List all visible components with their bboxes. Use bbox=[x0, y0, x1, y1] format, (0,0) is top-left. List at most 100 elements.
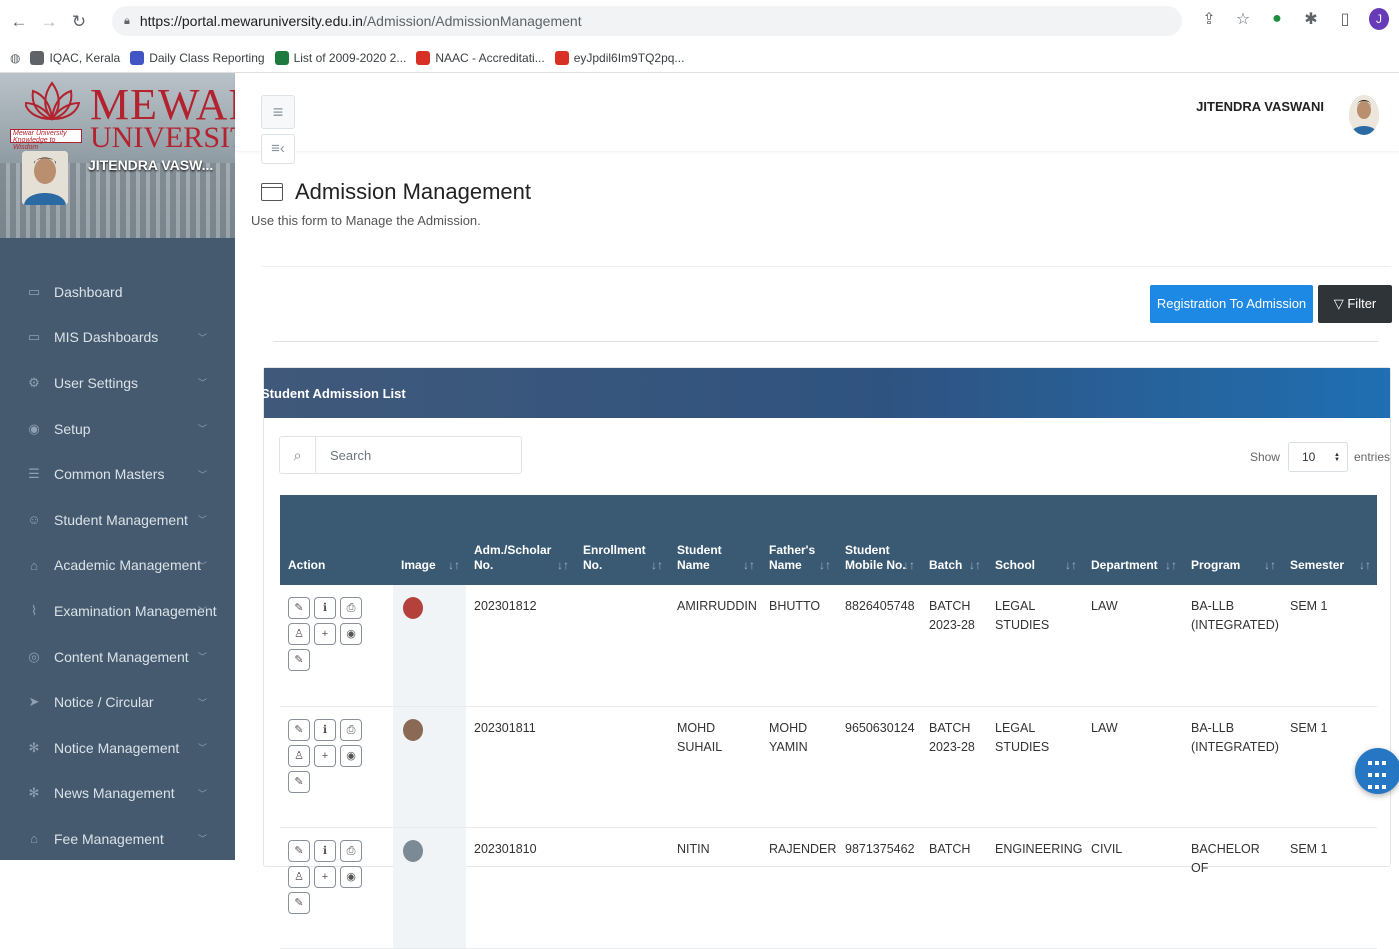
bookmark-label: NAAC - Accreditati... bbox=[435, 50, 545, 65]
edit-icon[interactable]: ✎ bbox=[288, 649, 310, 671]
sidebar-item-notice-circular[interactable]: ➤ Notice / Circular ﹀ bbox=[0, 679, 235, 725]
sidebar-item-academic-management[interactable]: ⌂ Academic Management ﹀ bbox=[0, 543, 235, 589]
sort-icon[interactable]: ↓↑ bbox=[1065, 558, 1077, 573]
entries-select[interactable]: 10 bbox=[1287, 442, 1348, 472]
extension-icon[interactable]: ● bbox=[1267, 10, 1287, 28]
column-header[interactable]: Student Name ↓↑ bbox=[669, 495, 761, 585]
forward-arrow-icon[interactable]: → bbox=[38, 12, 60, 32]
user-icon[interactable]: ♙ bbox=[288, 865, 310, 888]
sidebar-item-notice-management[interactable]: ✻ Notice Management ﹀ bbox=[0, 725, 235, 771]
column-header[interactable]: School ↓↑ bbox=[987, 495, 1083, 585]
sidepanel-icon[interactable]: ▯ bbox=[1335, 9, 1355, 29]
print-icon[interactable]: ⎙ bbox=[340, 839, 362, 862]
sidebar-item-fee-management[interactable]: ⌂ Fee Management ﹀ bbox=[0, 816, 235, 862]
sort-icon[interactable]: ↓↑ bbox=[743, 558, 755, 573]
sidebar-item-common-masters[interactable]: ☰ Common Masters ﹀ bbox=[0, 451, 235, 497]
edit-icon[interactable]: ✎ bbox=[288, 770, 310, 793]
sidebar-item-dashboard[interactable]: ▭ Dashboard bbox=[0, 269, 235, 315]
sort-icon[interactable]: ↓↑ bbox=[1359, 558, 1371, 573]
print-icon[interactable]: ⎙ bbox=[340, 718, 362, 741]
chevron-down-icon: ﹀ bbox=[197, 606, 207, 617]
send-icon: ➤ bbox=[28, 694, 40, 710]
info-icon[interactable]: ℹ bbox=[314, 839, 336, 862]
sort-icon[interactable]: ↓↑ bbox=[969, 558, 981, 573]
user-icon[interactable]: ♙ bbox=[288, 744, 310, 767]
bookmark-item[interactable]: List of 2009-2020 2... bbox=[274, 50, 406, 65]
sidebar-item-news-management[interactable]: ✻ News Management ﹀ bbox=[0, 771, 235, 817]
sidebar-item-user-settings[interactable]: ⚙ User Settings ﹀ bbox=[0, 360, 235, 406]
bookmark-item[interactable]: IQAC, Kerala bbox=[30, 50, 120, 65]
student-photo[interactable] bbox=[403, 597, 423, 619]
sidebar-item-label: Student Management bbox=[54, 511, 188, 528]
sidebar-item-content-management[interactable]: ◎ Content Management ﹀ bbox=[0, 634, 235, 680]
edit-icon[interactable]: ✎ bbox=[288, 597, 310, 619]
filter-button[interactable]: ▽ Filter bbox=[1318, 285, 1392, 323]
plus-icon[interactable]: + bbox=[314, 865, 336, 888]
column-header[interactable]: Student Mobile No. ↓↑ bbox=[837, 495, 921, 585]
browser-toolbar: ← → ↻ 🔒︎ https://portal.mewaruniversity.… bbox=[0, 0, 1399, 43]
column-header[interactable]: Adm./Scholar No. ↓↑ bbox=[466, 495, 575, 585]
sort-icon[interactable]: ↓↑ bbox=[651, 558, 663, 573]
sort-icon[interactable]: ↓↑ bbox=[448, 558, 460, 573]
reload-icon[interactable]: ↻ bbox=[68, 12, 90, 32]
header-avatar[interactable] bbox=[1349, 95, 1379, 135]
toggle-icon: ◉ bbox=[28, 420, 40, 436]
bookmark-label: Daily Class Reporting bbox=[149, 50, 265, 65]
puzzle-icon[interactable]: ✱ bbox=[1301, 9, 1321, 29]
plus-icon[interactable]: + bbox=[314, 623, 336, 645]
column-header[interactable]: Department ↓↑ bbox=[1083, 495, 1183, 585]
sidebar-avatar[interactable] bbox=[22, 151, 68, 205]
column-header[interactable]: Image ↓↑ bbox=[393, 495, 466, 585]
plus-icon[interactable]: + bbox=[314, 744, 336, 767]
sort-icon[interactable]: ↓↑ bbox=[819, 558, 831, 573]
student-photo[interactable] bbox=[403, 718, 423, 741]
eye-icon[interactable]: ◉ bbox=[340, 623, 362, 645]
cell-father: RAJENDER bbox=[761, 827, 837, 949]
eye-icon[interactable]: ◉ bbox=[340, 865, 362, 888]
sort-icon[interactable]: ↓↑ bbox=[557, 558, 569, 573]
cell-student: MOHD SUHAIL bbox=[669, 706, 761, 828]
sidebar-item-student-management[interactable]: ☺ Student Management ﹀ bbox=[0, 497, 235, 543]
search-input[interactable] bbox=[316, 437, 516, 473]
star-icon[interactable]: ☆ bbox=[1233, 9, 1253, 29]
apps-grid-button[interactable] bbox=[1355, 748, 1399, 794]
user-icon[interactable]: ♙ bbox=[288, 623, 310, 645]
back-arrow-icon[interactable]: ← bbox=[8, 12, 30, 32]
address-bar[interactable]: 🔒︎ https://portal.mewaruniversity.edu.in… bbox=[112, 6, 1182, 36]
student-photo[interactable] bbox=[403, 839, 423, 862]
eye-icon[interactable]: ◉ bbox=[340, 744, 362, 767]
registration-to-admission-button[interactable]: Registration To Admission bbox=[1150, 285, 1313, 323]
column-header[interactable]: Program ↓↑ bbox=[1183, 495, 1282, 585]
sort-icon[interactable]: ↓↑ bbox=[1264, 558, 1276, 573]
column-header[interactable]: Enrollment No. ↓↑ bbox=[575, 495, 669, 585]
university-logo[interactable]: MEWAR UNIVERSITY Mewar University Knowle… bbox=[10, 77, 235, 154]
sort-icon[interactable]: ↓↑ bbox=[1165, 558, 1177, 573]
column-header[interactable]: Semester ↓↑ bbox=[1282, 495, 1377, 585]
column-header-label: Program bbox=[1191, 558, 1241, 572]
info-icon[interactable]: ℹ bbox=[314, 718, 336, 741]
column-header[interactable]: Batch ↓↑ bbox=[921, 495, 987, 585]
cell-mobile: 8826405748 bbox=[837, 585, 921, 707]
collapse-sidebar-icon[interactable]: ≡‹ bbox=[261, 134, 295, 164]
sidebar-item-mis-dashboards[interactable]: ▭ MIS Dashboards ﹀ bbox=[0, 315, 235, 361]
share-icon[interactable]: ⇪ bbox=[1199, 9, 1219, 29]
bookmark-item[interactable]: Daily Class Reporting bbox=[130, 50, 265, 65]
sort-icon[interactable]: ↓↑ bbox=[903, 558, 915, 573]
profile-avatar[interactable]: J bbox=[1369, 8, 1389, 30]
cell-school: LEGAL STUDIES bbox=[987, 585, 1083, 707]
bookmark-item[interactable]: NAAC - Accreditati... bbox=[416, 50, 545, 65]
edit-icon[interactable]: ✎ bbox=[288, 891, 310, 914]
sidebar-item-setup[interactable]: ◉ Setup ﹀ bbox=[0, 406, 235, 452]
header-user-name[interactable]: JITENDRA VASWANI bbox=[1196, 99, 1324, 114]
sidebar-item-examination-management[interactable]: ⌇ Examination Management ﹀ bbox=[0, 588, 235, 634]
edit-icon[interactable]: ✎ bbox=[288, 839, 310, 862]
hamburger-menu-icon[interactable]: ≡ bbox=[261, 95, 295, 129]
bookmark-item[interactable]: eyJpdil6Im9TQ2pq... bbox=[554, 50, 684, 65]
chevron-down-icon: ﹀ bbox=[197, 788, 207, 799]
column-header[interactable]: Father's Name ↓↑ bbox=[761, 495, 837, 585]
info-icon[interactable]: ℹ bbox=[314, 597, 336, 619]
cell-department: LAW bbox=[1083, 706, 1183, 828]
print-icon[interactable]: ⎙ bbox=[340, 597, 362, 619]
cell-adm-no: 202301811 bbox=[466, 706, 575, 828]
edit-icon[interactable]: ✎ bbox=[288, 718, 310, 741]
